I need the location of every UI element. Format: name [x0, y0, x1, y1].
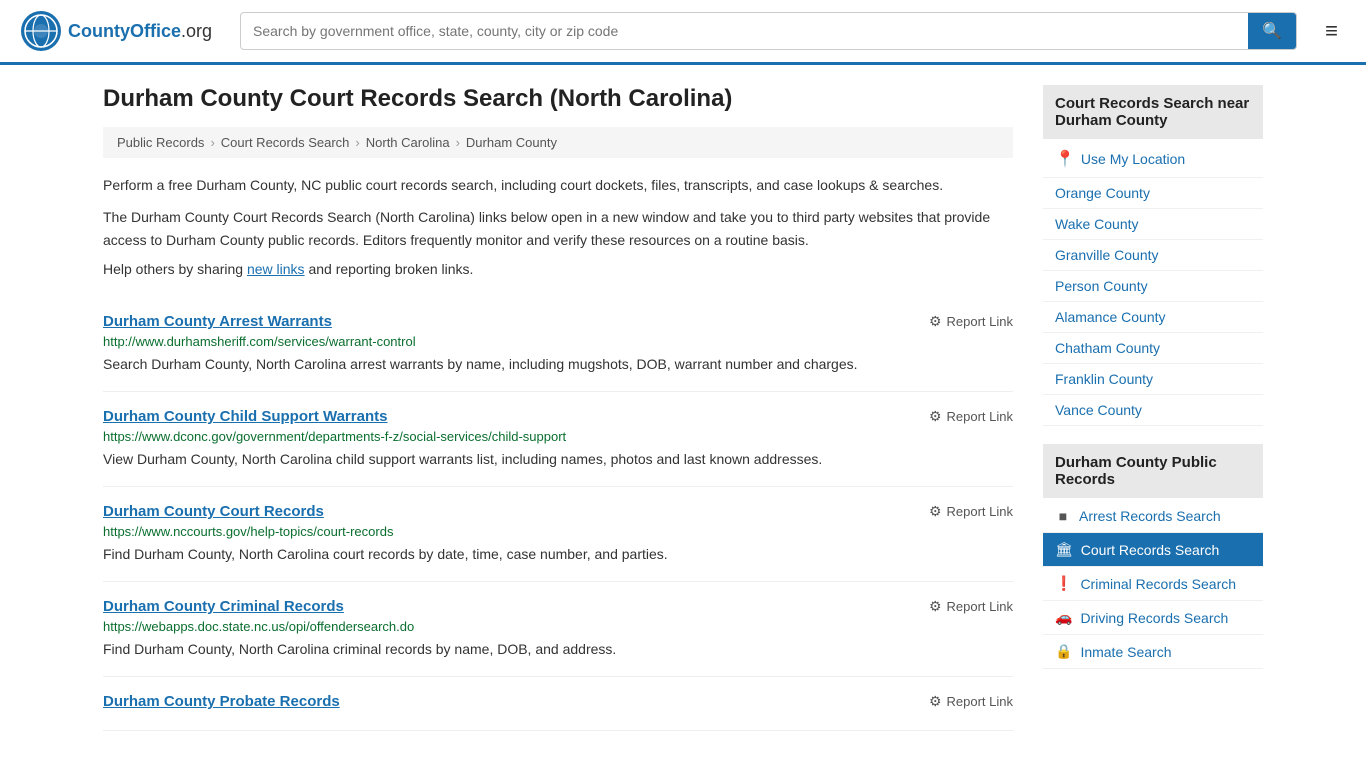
- breadcrumb-sep-3: ›: [456, 135, 460, 150]
- report-link-5[interactable]: ⚙ Report Link: [929, 693, 1013, 710]
- breadcrumb-north-carolina[interactable]: North Carolina: [366, 135, 450, 150]
- result-desc-4: Find Durham County, North Carolina crimi…: [103, 639, 1013, 660]
- search-bar: 🔍: [240, 12, 1297, 50]
- result-title-4[interactable]: Durham County Criminal Records: [103, 598, 344, 615]
- sidebar-arrest-records[interactable]: ■ Arrest Records Search: [1043, 500, 1263, 533]
- sidebar-public-records-title: Durham County Public Records: [1043, 444, 1263, 498]
- hamburger-icon: ≡: [1325, 18, 1338, 43]
- sidebar-criminal-records[interactable]: ❗ Criminal Records Search: [1043, 567, 1263, 601]
- result-header: Durham County Arrest Warrants ⚙ Report L…: [103, 313, 1013, 330]
- result-desc-3: Find Durham County, North Carolina court…: [103, 544, 1013, 565]
- report-link-2[interactable]: ⚙ Report Link: [929, 408, 1013, 425]
- result-header: Durham County Criminal Records ⚙ Report …: [103, 598, 1013, 615]
- report-icon-3: ⚙: [929, 503, 942, 520]
- sidebar-vance-county[interactable]: Vance County: [1043, 395, 1263, 426]
- content-area: Durham County Court Records Search (Nort…: [103, 85, 1013, 731]
- sidebar-granville-county[interactable]: Granville County: [1043, 240, 1263, 271]
- result-title[interactable]: Durham County Arrest Warrants: [103, 313, 332, 330]
- sidebar: Court Records Search nearDurham County 📍…: [1043, 85, 1263, 731]
- result-item: Durham County Court Records ⚙ Report Lin…: [103, 487, 1013, 582]
- result-header: Durham County Court Records ⚙ Report Lin…: [103, 503, 1013, 520]
- share-line: Help others by sharing new links and rep…: [103, 261, 1013, 277]
- result-item: Durham County Child Support Warrants ⚙ R…: [103, 392, 1013, 487]
- result-title-3[interactable]: Durham County Court Records: [103, 503, 324, 520]
- breadcrumb-court-records[interactable]: Court Records Search: [221, 135, 350, 150]
- result-desc-2: View Durham County, North Carolina child…: [103, 449, 1013, 470]
- main-layout: Durham County Court Records Search (Nort…: [83, 65, 1283, 751]
- logo-area: CountyOffice.org: [20, 10, 220, 52]
- report-icon-5: ⚙: [929, 693, 942, 710]
- result-item: Durham County Arrest Warrants ⚙ Report L…: [103, 297, 1013, 392]
- report-icon-4: ⚙: [929, 598, 942, 615]
- criminal-icon: ❗: [1055, 575, 1072, 592]
- use-location-label: Use My Location: [1081, 151, 1185, 167]
- inmate-icon: 🔒: [1055, 643, 1072, 660]
- sidebar-inmate-search[interactable]: 🔒 Inmate Search: [1043, 635, 1263, 669]
- result-url-1[interactable]: http://www.durhamsheriff.com/services/wa…: [103, 334, 1013, 349]
- search-input[interactable]: [241, 15, 1248, 47]
- sidebar-public-records-section: Durham County Public Records ■ Arrest Re…: [1043, 444, 1263, 669]
- report-link-3[interactable]: ⚙ Report Link: [929, 503, 1013, 520]
- driving-records-label: Driving Records Search: [1080, 610, 1228, 626]
- result-title-2[interactable]: Durham County Child Support Warrants: [103, 408, 387, 425]
- breadcrumb-sep-2: ›: [355, 135, 359, 150]
- sidebar-chatham-county[interactable]: Chatham County: [1043, 333, 1263, 364]
- sidebar-alamance-county[interactable]: Alamance County: [1043, 302, 1263, 333]
- arrest-records-label: Arrest Records Search: [1079, 508, 1221, 524]
- breadcrumb-public-records[interactable]: Public Records: [117, 135, 204, 150]
- result-header: Durham County Child Support Warrants ⚙ R…: [103, 408, 1013, 425]
- results-list: Durham County Arrest Warrants ⚙ Report L…: [103, 297, 1013, 731]
- sidebar-use-location[interactable]: 📍 Use My Location: [1043, 141, 1263, 178]
- sidebar-franklin-county[interactable]: Franklin County: [1043, 364, 1263, 395]
- sidebar-person-county[interactable]: Person County: [1043, 271, 1263, 302]
- sidebar-wake-county[interactable]: Wake County: [1043, 209, 1263, 240]
- result-url-4[interactable]: https://webapps.doc.state.nc.us/opi/offe…: [103, 619, 1013, 634]
- location-icon: 📍: [1055, 149, 1075, 169]
- description-1: Perform a free Durham County, NC public …: [103, 174, 1013, 196]
- logo-icon: [20, 10, 62, 52]
- inmate-search-label: Inmate Search: [1080, 644, 1171, 660]
- report-icon-1: ⚙: [929, 313, 942, 330]
- page-title: Durham County Court Records Search (Nort…: [103, 85, 1013, 113]
- logo-text: CountyOffice.org: [68, 21, 212, 42]
- result-title-5[interactable]: Durham County Probate Records: [103, 693, 340, 710]
- sidebar-nearby-title: Court Records Search nearDurham County: [1043, 85, 1263, 139]
- arrest-icon: ■: [1055, 508, 1071, 524]
- report-link-1[interactable]: ⚙ Report Link: [929, 313, 1013, 330]
- result-item: Durham County Criminal Records ⚙ Report …: [103, 582, 1013, 677]
- report-icon-2: ⚙: [929, 408, 942, 425]
- sidebar-orange-county[interactable]: Orange County: [1043, 178, 1263, 209]
- sidebar-driving-records[interactable]: 🚗 Driving Records Search: [1043, 601, 1263, 635]
- result-desc-1: Search Durham County, North Carolina arr…: [103, 354, 1013, 375]
- search-button[interactable]: 🔍: [1248, 13, 1296, 49]
- breadcrumb-sep-1: ›: [210, 135, 214, 150]
- sidebar-court-records[interactable]: 🏛 Court Records Search: [1043, 533, 1263, 567]
- breadcrumb-durham-county[interactable]: Durham County: [466, 135, 557, 150]
- search-icon: 🔍: [1262, 23, 1282, 40]
- court-records-label: Court Records Search: [1081, 542, 1220, 558]
- result-header: Durham County Probate Records ⚙ Report L…: [103, 693, 1013, 710]
- court-icon: 🏛: [1055, 541, 1073, 558]
- report-link-4[interactable]: ⚙ Report Link: [929, 598, 1013, 615]
- breadcrumb: Public Records › Court Records Search › …: [103, 127, 1013, 158]
- menu-button[interactable]: ≡: [1317, 14, 1346, 48]
- result-url-2[interactable]: https://www.dconc.gov/government/departm…: [103, 429, 1013, 444]
- result-url-3[interactable]: https://www.nccourts.gov/help-topics/cou…: [103, 524, 1013, 539]
- criminal-records-label: Criminal Records Search: [1080, 576, 1236, 592]
- driving-icon: 🚗: [1055, 609, 1072, 626]
- header: CountyOffice.org 🔍 ≡: [0, 0, 1366, 65]
- new-links-link[interactable]: new links: [247, 261, 305, 277]
- result-item: Durham County Probate Records ⚙ Report L…: [103, 677, 1013, 731]
- description-2: The Durham County Court Records Search (…: [103, 206, 1013, 251]
